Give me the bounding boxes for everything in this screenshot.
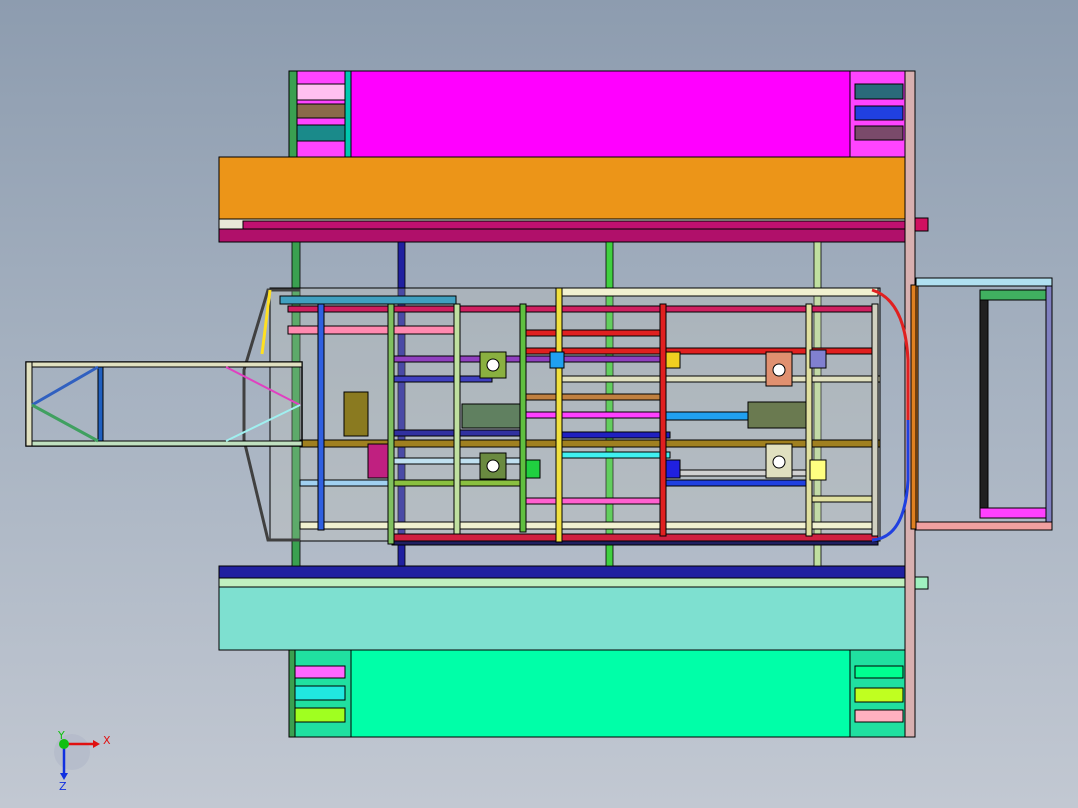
bottom-storage-box <box>288 649 912 738</box>
rear-frame <box>915 277 1053 531</box>
cad-graphics-viewport[interactable]: X Y Z <box>0 0 1078 808</box>
tow-frame <box>25 361 303 447</box>
top-storage-box <box>288 70 912 160</box>
y-axis-label: Y <box>57 729 65 742</box>
assembly-model[interactable]: X Y Z <box>0 0 1078 808</box>
bottom-side-panel <box>218 565 929 651</box>
chassis-frame <box>269 287 881 546</box>
x-axis-label: X <box>103 734 111 747</box>
z-axis-label: Z <box>59 780 67 793</box>
coordinate-triad: X Y Z <box>54 729 111 793</box>
top-side-panel <box>218 156 929 243</box>
